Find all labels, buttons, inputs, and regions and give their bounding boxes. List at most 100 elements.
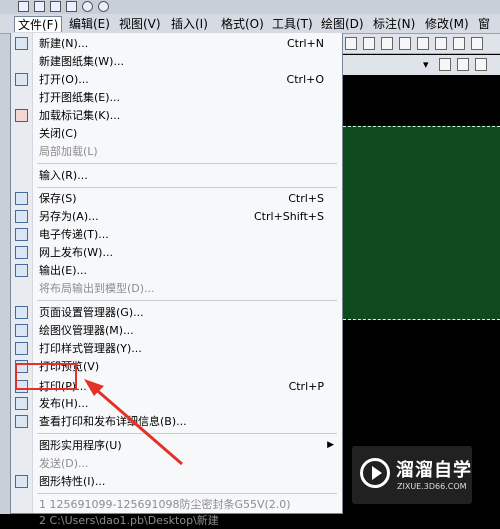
menu-separator: [37, 187, 337, 188]
save-as-icon: [15, 210, 28, 223]
menu-item-export-layout: 将布局输出到模型(D)...: [11, 280, 342, 297]
drawing-properties-icon: [15, 475, 28, 488]
menu-item-close[interactable]: 关闭(C): [11, 125, 342, 142]
watermark-url: ZIXUE.3D66.COM: [397, 482, 467, 491]
menu-item-label: 发布(H)...: [39, 397, 89, 410]
menu-tools[interactable]: 工具(T): [269, 16, 316, 32]
export-icon: [15, 264, 28, 277]
print-icon[interactable]: [66, 1, 77, 12]
tool-palette-icon[interactable]: [399, 37, 411, 50]
submenu-arrow-icon: ▶: [327, 440, 334, 450]
watermark: 溜溜自学 ZIXUE.3D66.COM: [352, 446, 472, 504]
left-tool-strip: [0, 34, 10, 514]
menu-item-page-setup[interactable]: 页面设置管理器(G)...: [11, 304, 342, 321]
publish-icon: [15, 397, 28, 410]
menu-item-new-sheet-set[interactable]: 新建图纸集(W)...: [11, 53, 342, 70]
open-icon[interactable]: [34, 1, 45, 12]
layer-prev-icon[interactable]: [457, 58, 469, 71]
menu-edit[interactable]: 编辑(E): [66, 16, 113, 32]
menu-item-save[interactable]: 保存(S) Ctrl+S: [11, 190, 342, 207]
design-center-icon[interactable]: [381, 37, 393, 50]
zoom-icon[interactable]: [345, 37, 357, 50]
menu-item-label: 加载标记集(K)...: [39, 109, 121, 122]
menu-item-drawing-utilities[interactable]: 图形实用程序(U) ▶: [11, 437, 342, 454]
open-folder-icon: [15, 73, 28, 86]
menu-format[interactable]: 格式(O): [218, 16, 267, 32]
menu-item-label: 打印样式管理器(Y)...: [39, 342, 142, 355]
menu-item-label: 输出(E)...: [39, 264, 88, 277]
save-icon: [15, 192, 28, 205]
menu-item-open-sheet-set[interactable]: 打开图纸集(E)...: [11, 89, 342, 106]
menu-item-label: 关闭(C): [39, 127, 78, 140]
calculator-icon[interactable]: [453, 37, 465, 50]
save-icon[interactable]: [50, 1, 61, 12]
menu-item-import[interactable]: 输入(R)...: [11, 167, 342, 184]
menu-file[interactable]: 文件(F): [14, 16, 63, 32]
new-icon[interactable]: [18, 1, 29, 12]
menu-item-open[interactable]: 打开(O)... Ctrl+O: [11, 71, 342, 88]
menu-item-label: 绘图仪管理器(M)...: [39, 324, 134, 337]
menu-item-etransmit[interactable]: 电子传递(T)...: [11, 226, 342, 243]
recent-file-2[interactable]: 2 C:\Users\dao1.pb\Desktop\新建: [11, 512, 342, 529]
menu-item-label: 页面设置管理器(G)...: [39, 306, 144, 319]
menu-item-label: 另存为(A)...: [39, 210, 99, 223]
help-icon[interactable]: [471, 37, 483, 50]
menu-item-export[interactable]: 输出(E)...: [11, 262, 342, 279]
menu-dimension[interactable]: 标注(N): [370, 16, 418, 32]
menu-separator: [37, 433, 337, 434]
menu-view[interactable]: 视图(V): [116, 16, 164, 32]
menu-separator: [37, 493, 337, 494]
play-logo-icon: [360, 458, 390, 488]
sheet-set-icon[interactable]: [417, 37, 429, 50]
menu-bar: 文件(F) 编辑(E) 视图(V) 插入(I) 格式(O) 工具(T) 绘图(D…: [0, 14, 500, 47]
dropdown-arrow-icon[interactable]: ▾: [423, 58, 431, 71]
layer-icon[interactable]: [439, 58, 451, 71]
menu-item-label: 1 125691099-125691098防尘密封条G55V(2.0): [39, 498, 291, 511]
menu-item-label: 打开(O)...: [39, 73, 89, 86]
menu-item-shortcut: Ctrl+N: [286, 37, 324, 50]
menu-item-label: 局部加载(L): [39, 145, 98, 158]
watermark-title: 溜溜自学: [396, 460, 472, 481]
menu-item-label: 新建(N)...: [39, 37, 89, 50]
menu-item-shortcut: Ctrl+Shift+S: [254, 210, 324, 223]
layers-toolbar: ▾: [343, 55, 500, 75]
menu-item-new[interactable]: 新建(N)... Ctrl+N: [11, 35, 342, 52]
viewport-area: [343, 126, 500, 320]
plot-details-icon: [15, 415, 28, 428]
menu-item-plot-style[interactable]: 打印样式管理器(Y)...: [11, 340, 342, 357]
markup-icon[interactable]: [435, 37, 447, 50]
menu-modify[interactable]: 修改(M): [422, 16, 472, 32]
menu-item-plotter-manager[interactable]: 绘图仪管理器(M)...: [11, 322, 342, 339]
menu-item-web-publish[interactable]: 网上发布(W)...: [11, 244, 342, 261]
recent-file-1[interactable]: 1 125691099-125691098防尘密封条G55V(2.0): [11, 496, 342, 513]
menu-item-plot-details[interactable]: 查看打印和发布详细信息(B)...: [11, 413, 342, 430]
menu-item-publish[interactable]: 发布(H)...: [11, 395, 342, 412]
menu-item-label: 输入(R)...: [39, 169, 88, 182]
menu-item-label: 网上发布(W)...: [39, 246, 113, 259]
layer-state-icon[interactable]: [475, 58, 487, 71]
menu-insert[interactable]: 插入(I): [168, 16, 211, 32]
menu-item-drawing-properties[interactable]: 图形特性(I)...: [11, 473, 342, 490]
menu-draw[interactable]: 绘图(D): [318, 16, 367, 32]
properties-icon[interactable]: [363, 37, 375, 50]
menu-item-label: 查看打印和发布详细信息(B)...: [39, 415, 187, 428]
menu-window[interactable]: 窗口: [475, 16, 500, 47]
page-setup-icon: [15, 306, 28, 319]
menu-item-label: 电子传递(T)...: [39, 228, 109, 241]
etransmit-icon: [15, 228, 28, 241]
menu-item-label: 将布局输出到模型(D)...: [39, 282, 155, 295]
menu-item-shortcut: Ctrl+O: [286, 73, 324, 86]
redo-icon[interactable]: [98, 1, 109, 12]
menu-item-label: 2 C:\Users\dao1.pb\Desktop\新建: [39, 514, 219, 527]
markup-icon: [15, 109, 28, 122]
standard-toolbar: [343, 34, 500, 54]
menu-item-label: 图形特性(I)...: [39, 475, 106, 488]
menu-item-save-as[interactable]: 另存为(A)... Ctrl+Shift+S: [11, 208, 342, 225]
menu-item-load-markup[interactable]: 加载标记集(K)...: [11, 107, 342, 124]
web-publish-icon: [15, 246, 28, 259]
file-menu: 新建(N)... Ctrl+N 新建图纸集(W)... 打开(O)... Ctr…: [10, 33, 343, 527]
menu-item-partial-load: 局部加载(L): [11, 143, 342, 160]
new-file-icon: [15, 37, 28, 50]
undo-icon[interactable]: [82, 1, 93, 12]
quick-access-toolbar: [0, 0, 500, 14]
